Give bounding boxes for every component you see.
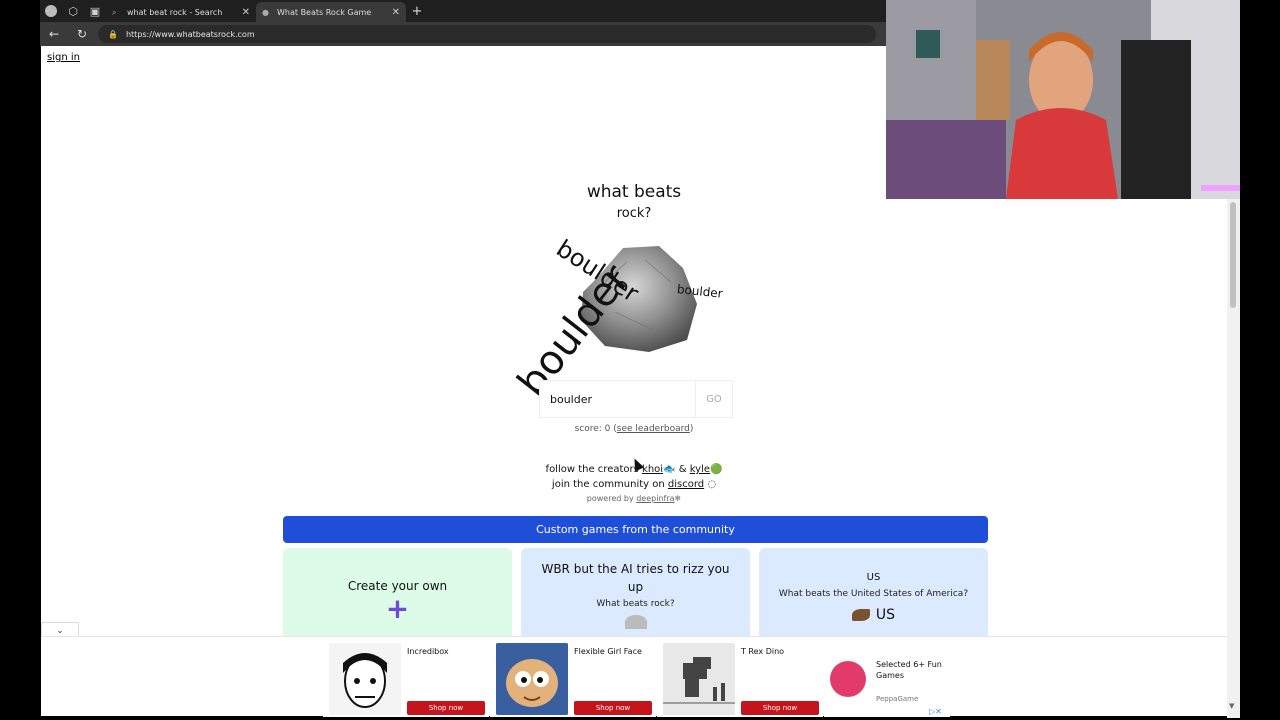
- score-line: score: 0 (see leaderboard): [41, 424, 1227, 434]
- close-tab-icon[interactable]: ✕: [242, 7, 250, 18]
- powered-line: powered by deepinfra❄: [41, 494, 1227, 503]
- go-button[interactable]: GO: [695, 381, 732, 417]
- ad-title: T Rex Dino: [741, 647, 785, 656]
- card-subtitle: What beats rock?: [596, 599, 675, 609]
- shop-now-button[interactable]: Shop now: [574, 701, 652, 715]
- custom-games-header[interactable]: Custom games from the community: [283, 516, 988, 543]
- sign-in-link[interactable]: sign in: [47, 52, 80, 63]
- tab-label: what beat rock - Search: [127, 7, 223, 17]
- url-text: https://www.whatbeatsrock.com: [125, 29, 255, 39]
- scrollbar-thumb[interactable]: [1230, 202, 1236, 308]
- tab-search[interactable]: ⌕ what beat rock - Search ✕: [106, 2, 256, 22]
- snowflake-icon: ❄: [674, 494, 682, 503]
- deepinfra-link[interactable]: deepinfra: [636, 494, 674, 503]
- community-game-card[interactable]: US What beats the United States of Ameri…: [759, 548, 988, 636]
- community-game-card[interactable]: WBR but the AI tries to rizz you up What…: [521, 548, 750, 636]
- search-favicon-icon: ⌕: [112, 7, 117, 17]
- eagle-icon: [851, 609, 870, 621]
- score-suffix: ): [689, 424, 694, 434]
- address-bar[interactable]: 🔒 https://www.whatbeatsrock.com: [98, 25, 876, 43]
- ad-brand: PeppaGame: [876, 695, 919, 703]
- create-game-card[interactable]: Create your own +: [283, 548, 512, 636]
- lock-icon: 🔒: [108, 29, 118, 39]
- workspaces-icon[interactable]: ⬡: [62, 0, 84, 22]
- fish-icon: 🐟: [663, 464, 676, 475]
- guess-form: GO: [539, 380, 733, 418]
- new-tab-icon[interactable]: +: [406, 4, 428, 19]
- card-value: US: [759, 607, 988, 623]
- ad-thumbnail: [496, 643, 568, 715]
- adchoices-icon[interactable]: ▷✕: [929, 707, 942, 716]
- chat-bubble-icon: ◌: [704, 479, 717, 490]
- ad-card[interactable]: T Rex Dino Shop now: [657, 641, 823, 717]
- powered-text: powered by: [586, 494, 634, 503]
- guess-input[interactable]: [540, 381, 695, 417]
- shop-now-button[interactable]: Shop now: [407, 701, 485, 715]
- score-text: score: 0 (: [574, 424, 617, 434]
- community-line: join the community on discord ◌: [41, 479, 1227, 490]
- tab-actions-icon[interactable]: ▣: [84, 0, 106, 22]
- ad-card[interactable]: Flexible Girl Face Shop now: [490, 641, 656, 717]
- rock-thumbnail-icon: [624, 615, 647, 629]
- creator-khoi-link[interactable]: khoi: [642, 464, 663, 475]
- back-icon[interactable]: ←: [40, 27, 68, 41]
- ad-card[interactable]: Selected 6+ Fun Games PeppaGame: [824, 641, 950, 717]
- profile-icon[interactable]: [40, 0, 62, 22]
- card-title: WBR but the AI tries to rizz you up: [541, 562, 730, 594]
- ad-title: Flexible Girl Face: [574, 647, 642, 656]
- ad-logo: [830, 661, 866, 697]
- leaf-icon: 🟢: [710, 464, 723, 475]
- scroll-down-icon[interactable]: ▼: [1229, 702, 1234, 710]
- webcam-overlay: [886, 0, 1240, 199]
- card-subtitle: What beats the United States of America?: [778, 589, 969, 599]
- chevron-down-icon: ⌄: [56, 625, 64, 636]
- ad-card[interactable]: Incredibox Shop now: [323, 641, 489, 717]
- discord-link[interactable]: discord: [668, 479, 704, 490]
- shop-now-button[interactable]: Shop now: [741, 701, 819, 715]
- page-subtitle: rock?: [616, 206, 652, 221]
- ad-title: Incredibox: [407, 647, 449, 656]
- card-title: US: [866, 572, 881, 583]
- leaderboard-link[interactable]: see leaderboard: [617, 424, 690, 434]
- ad-title: Selected 6+ Fun Games: [876, 660, 942, 680]
- ad-thumbnail: [663, 643, 735, 715]
- close-tab-icon[interactable]: ✕: [392, 7, 400, 18]
- community-text: join the community on: [551, 479, 665, 490]
- page-scrollbar[interactable]: ▼: [1227, 198, 1240, 718]
- ad-banner: Incredibox Shop now Flexible Girl Face S…: [41, 636, 1227, 717]
- ad-thumbnail: [329, 643, 401, 715]
- browser-tabbar: ⬡ ▣ ⌕ what beat rock - Search ✕ ● What B…: [40, 0, 886, 22]
- card-value-text: US: [875, 607, 896, 623]
- plus-icon: +: [385, 592, 410, 625]
- card-title: Create your own: [347, 579, 448, 593]
- tab-label: What Beats Rock Game: [277, 7, 372, 17]
- follow-text: follow the creators: [545, 464, 639, 475]
- browser-toolbar: ← ↻ 🔒 https://www.whatbeatsrock.com: [40, 22, 886, 46]
- ampersand: &: [678, 464, 687, 475]
- tab-game[interactable]: ● What Beats Rock Game ✕: [256, 2, 406, 22]
- game-favicon-icon: ●: [262, 7, 269, 17]
- reload-icon[interactable]: ↻: [68, 27, 96, 41]
- creator-kyle-link[interactable]: kyle: [690, 464, 710, 475]
